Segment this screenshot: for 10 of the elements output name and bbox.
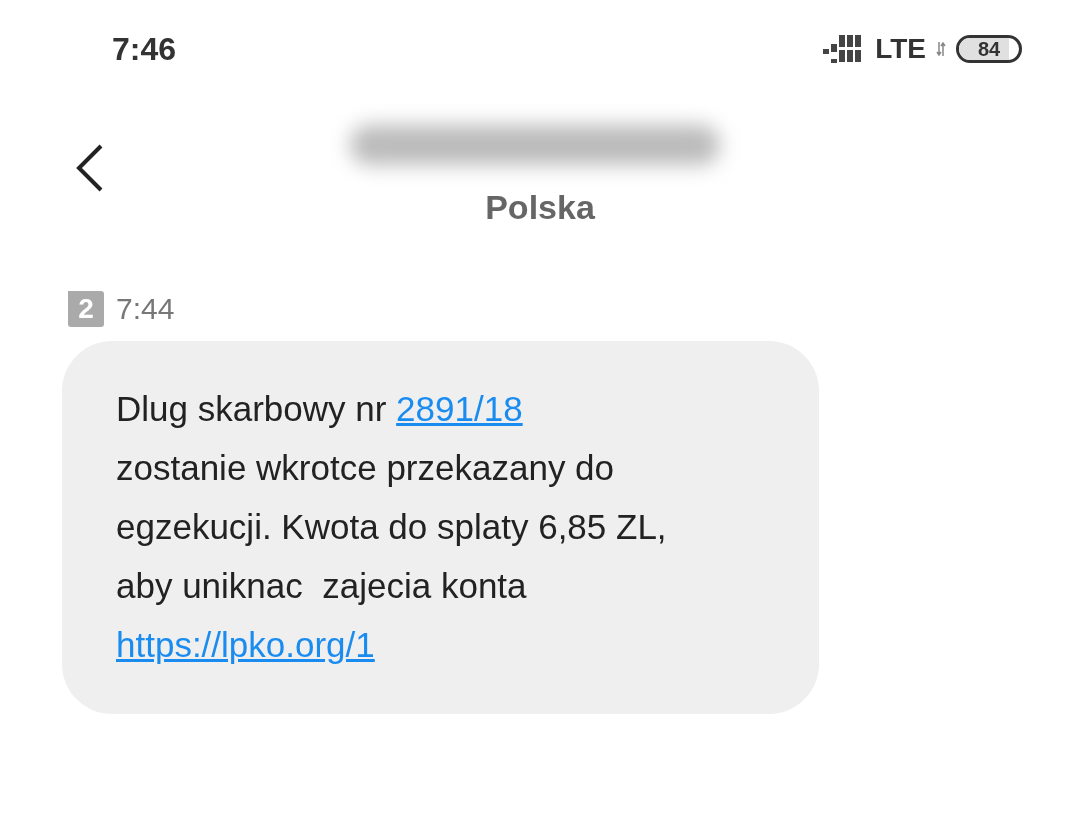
battery-indicator: 84 [956, 35, 1022, 63]
network-label: LTE [875, 32, 926, 66]
message-time: 7:44 [116, 291, 175, 327]
status-time: 7:46 [112, 30, 177, 69]
sim-badge: 2 [68, 290, 104, 327]
data-arrows-icon [936, 42, 946, 56]
contact-subtitle: Polska [485, 187, 595, 228]
message-link[interactable]: 2891/18 [396, 389, 523, 428]
message-text: Dlug skarbowy nr 2891/18 zostanie wkrotce przekazany do egzekucji. Kwota do splaty 6,85 ZL, aby uniknac zajecia konta https://lpko.org/1 [116, 388, 668, 666]
message-link[interactable]: https://lpko.org/1 [116, 625, 375, 664]
